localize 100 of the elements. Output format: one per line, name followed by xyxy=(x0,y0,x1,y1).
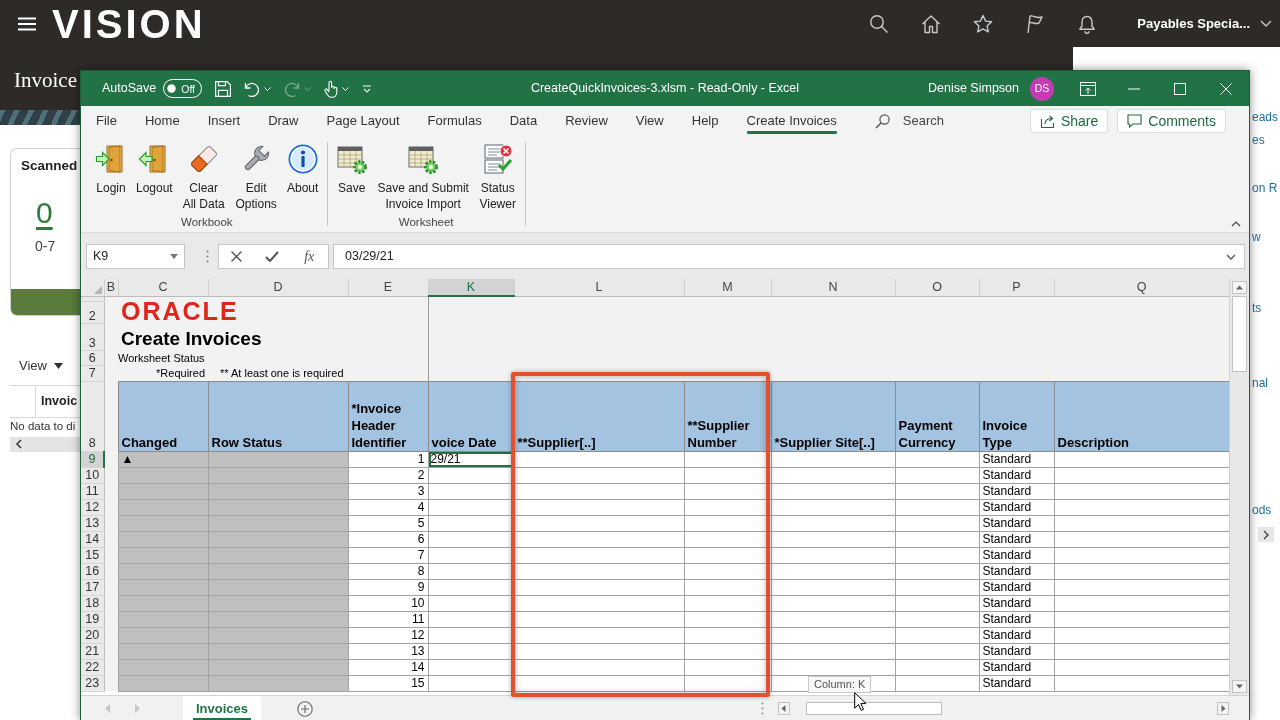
row-header[interactable]: 2 xyxy=(81,301,104,323)
home-icon[interactable] xyxy=(921,13,942,34)
column-header[interactable]: D xyxy=(208,279,348,296)
column-header[interactable]: K xyxy=(428,279,514,296)
ribbon-button[interactable]: About xyxy=(283,141,322,198)
ribbon-tab[interactable]: File xyxy=(82,106,131,136)
horizontal-scrollbar[interactable] xyxy=(778,701,1229,716)
header-cell: **Supplier[..] xyxy=(514,381,684,451)
save-icon[interactable] xyxy=(215,80,232,97)
table-cell: 14 xyxy=(348,659,428,675)
ribbon-button[interactable]: Clear All Data xyxy=(178,141,229,214)
table-cell: 10 xyxy=(348,595,428,611)
scroll-left-icon[interactable] xyxy=(15,439,22,449)
ribbon-tab[interactable]: Data xyxy=(495,106,552,136)
flag-icon[interactable] xyxy=(1025,13,1046,34)
ribbon-tab[interactable]: View xyxy=(621,106,678,136)
ribbon-tab[interactable]: Create Invoices xyxy=(732,106,851,136)
column-header[interactable]: L xyxy=(514,279,684,296)
window-title: CreateQuickInvoices-3.xlsm - Read-Only - Excel xyxy=(530,80,800,98)
share-button[interactable]: Share xyxy=(1029,109,1109,133)
panel-link[interactable]: ts xyxy=(1252,300,1262,316)
ribbon-tab[interactable]: Draw xyxy=(254,106,313,136)
caret-down-icon[interactable] xyxy=(170,254,178,259)
user-menu[interactable]: Payables Specia... xyxy=(1137,13,1250,34)
minimize-icon[interactable] xyxy=(1128,87,1140,90)
user-avatar[interactable]: DS xyxy=(1030,76,1054,101)
table-cell: Standard xyxy=(979,483,1054,499)
name-box[interactable]: K9 xyxy=(86,244,185,269)
grip-icon xyxy=(761,702,764,715)
ribbon-button[interactable]: Edit Options xyxy=(231,141,281,214)
vertical-scrollbar[interactable] xyxy=(1229,279,1249,695)
panel-link[interactable]: w xyxy=(1252,229,1261,245)
group-label: Worksheet xyxy=(397,215,455,230)
ribbon-tab[interactable]: Formulas xyxy=(413,106,496,136)
cancel-icon[interactable] xyxy=(230,251,242,262)
scroll-right-icon[interactable] xyxy=(1217,702,1229,715)
panel-link[interactable]: ods xyxy=(1252,502,1272,518)
ribbon-tab[interactable]: Insert xyxy=(193,106,255,136)
ribbon-button[interactable]: Save and Submit Invoice Import xyxy=(373,141,473,214)
column-header[interactable]: C xyxy=(118,279,208,296)
ribbon-button[interactable]: Save xyxy=(332,141,371,198)
search-icon[interactable] xyxy=(874,113,890,129)
header-cell: *Supplier Site[..] xyxy=(771,381,895,451)
column-header[interactable]: N xyxy=(771,279,895,296)
scrollbar-thumb[interactable] xyxy=(1232,296,1247,372)
empty-message: No data to di xyxy=(10,418,76,434)
panel-link[interactable]: eads xyxy=(1252,109,1279,125)
sheet-gear-icon xyxy=(407,143,440,175)
expand-icon[interactable] xyxy=(1226,253,1236,260)
formula-field[interactable]: 03/29/21 xyxy=(333,244,1245,269)
checkmark-icon[interactable] xyxy=(264,251,279,262)
collapse-ribbon-icon[interactable] xyxy=(1231,221,1241,227)
insert-function-button[interactable]: fx xyxy=(302,248,317,265)
active-cell[interactable]: 29/21 xyxy=(428,451,514,467)
bell-icon[interactable] xyxy=(1077,13,1098,34)
scroll-up-icon[interactable] xyxy=(1232,281,1247,294)
ribbon-tab[interactable]: Review xyxy=(551,106,622,136)
view-menu[interactable]: View xyxy=(19,356,63,376)
column-header[interactable]: O xyxy=(895,279,979,296)
table-cell: 5 xyxy=(348,515,428,531)
table-cell: Standard xyxy=(979,595,1054,611)
comments-button[interactable]: Comments xyxy=(1117,109,1226,133)
scroll-down-icon[interactable] xyxy=(1232,680,1247,693)
ribbon-button[interactable]: Login xyxy=(92,141,130,198)
header-cell: Row Status xyxy=(208,381,348,451)
search-field[interactable]: Search xyxy=(902,111,963,131)
row-header[interactable]: 3 xyxy=(81,323,104,350)
undo-icon[interactable] xyxy=(244,80,261,97)
scroll-right-button[interactable] xyxy=(1258,527,1274,542)
ribbon-tab[interactable]: Page Layout xyxy=(312,106,414,136)
add-sheet-icon[interactable] xyxy=(297,700,314,717)
customize-icon[interactable] xyxy=(362,84,373,93)
column-header[interactable]: P xyxy=(979,279,1054,296)
maximize-icon[interactable] xyxy=(1174,82,1186,95)
chevron-down-icon[interactable] xyxy=(1260,20,1272,27)
ribbon-button[interactable]: Logout xyxy=(133,141,176,198)
panel-link[interactable]: nal xyxy=(1252,375,1268,391)
column-header[interactable]: E xyxy=(348,279,428,296)
menu-icon[interactable] xyxy=(18,16,36,31)
chevron-right-icon xyxy=(1263,529,1269,540)
page-title: Invoice xyxy=(14,67,77,93)
horizontal-scrollbar[interactable] xyxy=(10,436,81,452)
close-icon[interactable] xyxy=(1220,82,1232,95)
table-cell: Standard xyxy=(979,531,1054,547)
sheet-tab[interactable]: Invoices xyxy=(183,695,262,720)
sheet-title: Create Invoices xyxy=(121,328,262,350)
search-icon[interactable] xyxy=(869,13,890,34)
star-icon[interactable] xyxy=(973,13,994,34)
column-header[interactable]: Q xyxy=(1054,279,1229,296)
ribbon-button[interactable]: Status Viewer xyxy=(475,141,520,214)
ribbon-display-icon[interactable] xyxy=(1080,81,1096,96)
panel-link[interactable]: on R xyxy=(1252,180,1278,196)
panel-link[interactable]: es xyxy=(1252,132,1265,148)
scrollbar-thumb[interactable] xyxy=(806,702,942,715)
row-header[interactable]: 8 xyxy=(81,381,104,451)
ribbon-tab[interactable]: Home xyxy=(130,106,194,136)
ribbon-tab[interactable]: Help xyxy=(677,106,733,136)
count-link[interactable]: 0 xyxy=(36,197,53,229)
column-header[interactable]: M xyxy=(684,279,771,296)
hand-pointer-icon[interactable] xyxy=(324,79,339,98)
